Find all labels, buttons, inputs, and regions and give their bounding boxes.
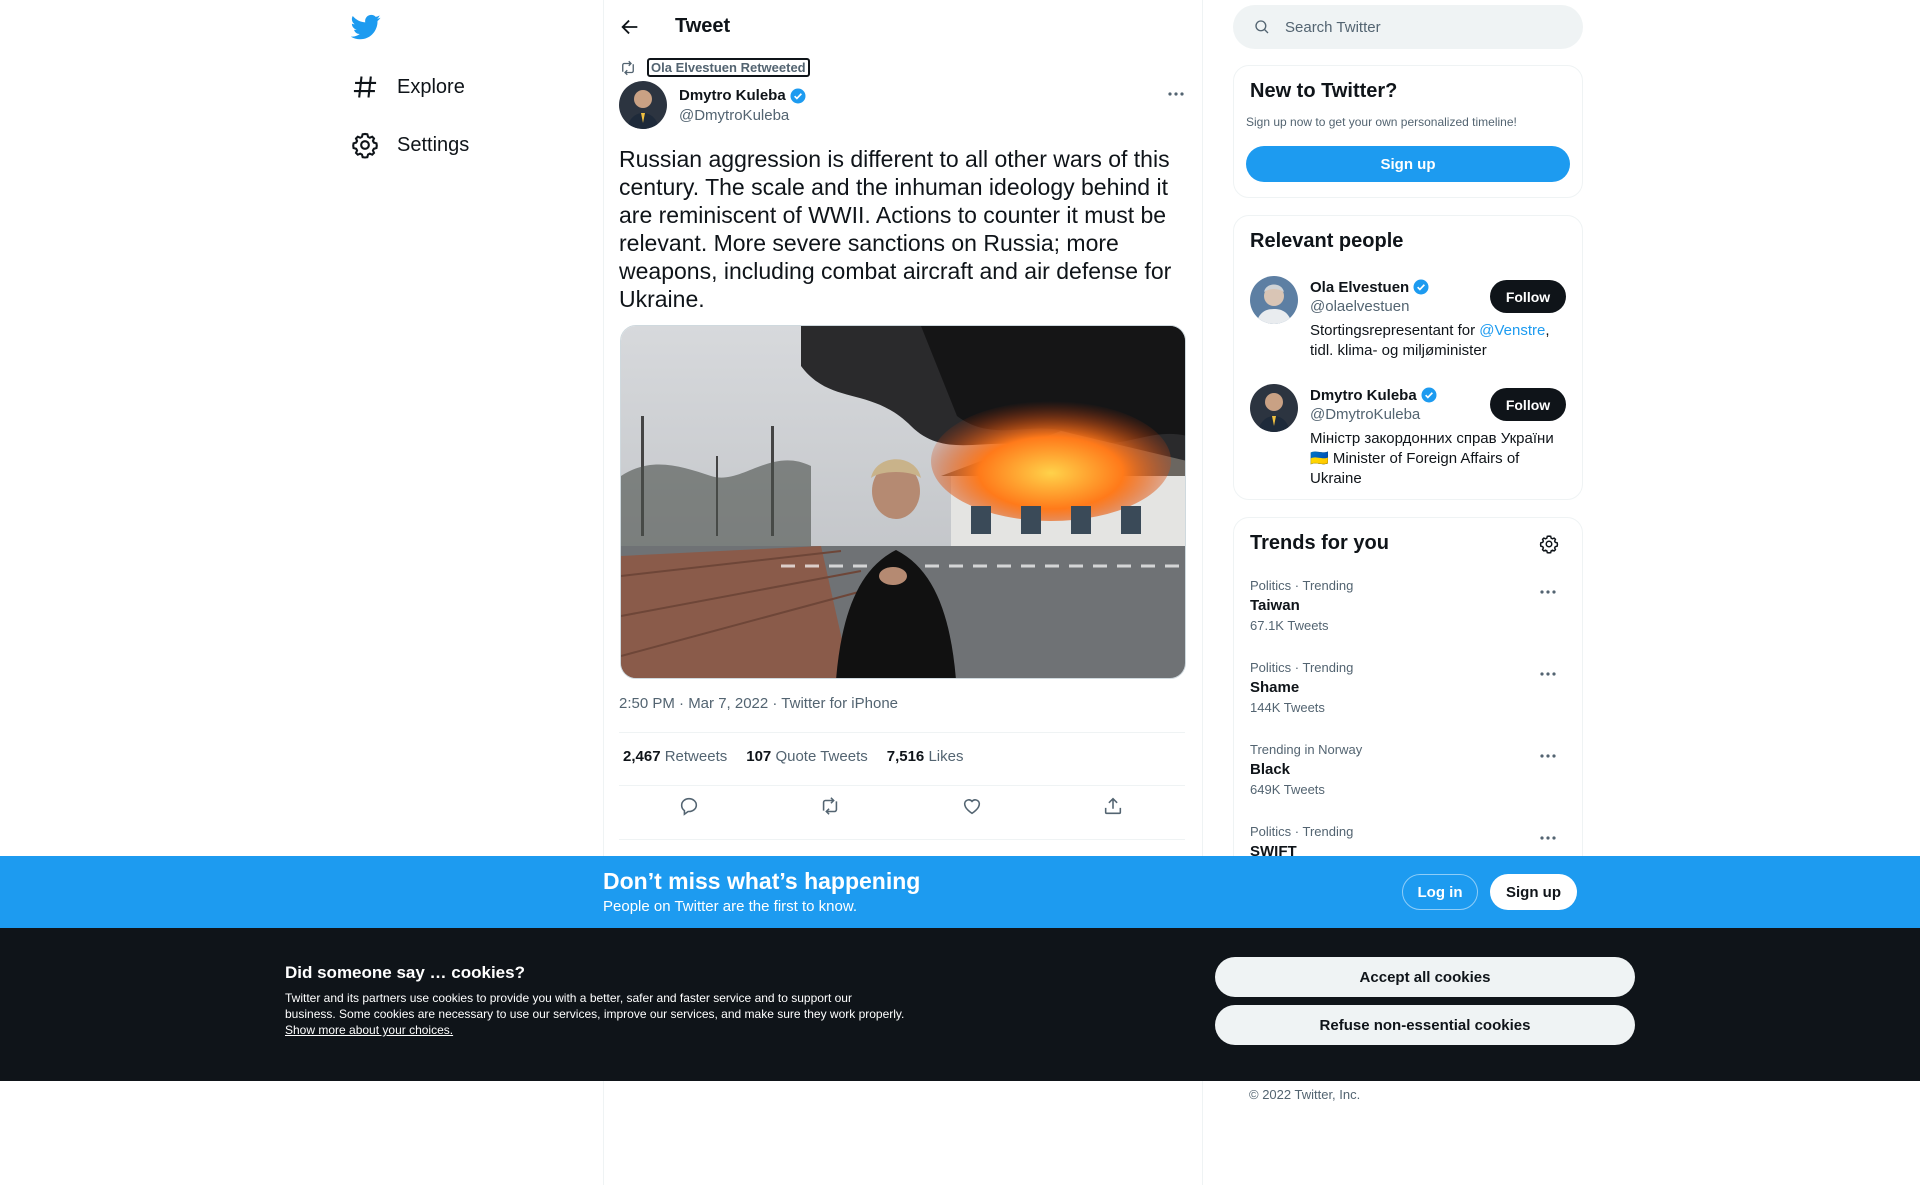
nav-settings[interactable]: Settings <box>351 120 469 170</box>
trend-context: Politics · Trending <box>1250 578 1354 593</box>
ukraine-flag-icon: 🇺🇦 <box>1310 450 1329 467</box>
search-input[interactable] <box>1285 18 1545 36</box>
retweet-icon[interactable] <box>819 795 843 819</box>
refuse-cookies-button[interactable]: Refuse non-essential cookies <box>1215 1005 1635 1045</box>
trend-name: Taiwan <box>1250 597 1300 614</box>
like-icon[interactable] <box>961 795 985 819</box>
follow-button[interactable]: Follow <box>1490 388 1566 421</box>
verified-badge-icon <box>1420 386 1438 404</box>
gear-icon[interactable] <box>1539 534 1559 554</box>
person-bio: Stortingsrepresentant for @Venstre, tidl… <box>1310 322 1550 359</box>
trend-item[interactable]: Trending in Norway Black 649K Tweets <box>1250 742 1570 797</box>
divider <box>619 785 1185 786</box>
copyright: © 2022 Twitter, Inc. <box>1249 1087 1361 1102</box>
person-handle[interactable]: @olaelvestuen <box>1310 298 1430 315</box>
more-options-icon[interactable] <box>1538 828 1558 848</box>
more-options-icon[interactable] <box>1538 582 1558 602</box>
accept-cookies-button[interactable]: Accept all cookies <box>1215 957 1635 997</box>
follow-button[interactable]: Follow <box>1490 280 1566 313</box>
retweets-stat[interactable]: 2,467 Retweets <box>623 748 727 765</box>
twitter-bird-icon[interactable] <box>351 12 381 42</box>
sign-up-button[interactable]: Sign up <box>1246 146 1570 182</box>
banner-sign-up-button[interactable]: Sign up <box>1490 874 1577 910</box>
nav-explore[interactable]: Explore <box>351 62 465 112</box>
mention-link[interactable]: @Venstre <box>1479 322 1545 339</box>
card-title: Trends for you <box>1250 532 1389 554</box>
hashtag-icon <box>351 73 379 101</box>
banner-title: Don’t miss what’s happening <box>603 868 921 894</box>
person-avatar[interactable] <box>1250 276 1298 324</box>
tweet-text: Russian aggression is different to all o… <box>619 146 1172 312</box>
card-title: New to Twitter? <box>1250 80 1398 102</box>
trend-item[interactable]: Politics · Trending Shame 144K Tweets <box>1250 660 1570 715</box>
person-avatar[interactable] <box>1250 384 1298 432</box>
banner-subtitle: People on Twitter are the first to know. <box>603 898 858 915</box>
page-title: Tweet <box>675 15 731 37</box>
tweet-stats: 2,467 Retweets 107 Quote Tweets 7,516 Li… <box>623 748 963 765</box>
author-handle[interactable]: @DmytroKuleba <box>679 107 807 124</box>
search-icon <box>1253 18 1271 36</box>
tweet-author: Dmytro Kuleba @DmytroKuleba <box>619 81 807 129</box>
more-options-icon[interactable] <box>1166 84 1186 104</box>
tweet-timestamp[interactable]: 2:50 PM · Mar 7, 2022 · Twitter for iPho… <box>619 695 898 712</box>
tweet-actions <box>619 795 1185 819</box>
new-to-twitter-card: New to Twitter? Sign up now to get your … <box>1233 65 1583 198</box>
retweet-icon <box>619 59 637 77</box>
author-name[interactable]: Dmytro Kuleba <box>679 87 786 104</box>
trend-count: 649K Tweets <box>1250 782 1325 797</box>
person-name[interactable]: Ola Elvestuen <box>1310 279 1409 296</box>
trend-name: Black <box>1250 761 1291 778</box>
share-icon[interactable] <box>1102 795 1126 819</box>
signup-banner <box>0 856 1920 928</box>
trend-context: Politics · Trending <box>1250 660 1354 675</box>
cookie-title: Did someone say … cookies? <box>285 963 525 982</box>
quote-tweets-stat[interactable]: 107 Quote Tweets <box>746 748 867 765</box>
verified-badge-icon <box>789 87 807 105</box>
trend-name: Shame <box>1250 679 1300 696</box>
verified-badge-icon <box>1412 278 1430 296</box>
retweet-context: Ola Elvestuen Retweeted <box>619 58 810 77</box>
tweet-header: Tweet <box>619 10 730 43</box>
tweet-photo[interactable] <box>620 325 1186 679</box>
trend-context: Politics · Trending <box>1250 824 1354 839</box>
person-name[interactable]: Dmytro Kuleba <box>1310 387 1417 404</box>
reply-icon[interactable] <box>678 795 702 819</box>
trend-item[interactable]: Politics · Trending SWIFT <box>1250 824 1570 860</box>
search-bar <box>1233 5 1583 49</box>
card-title: Relevant people <box>1250 230 1404 252</box>
gear-icon <box>351 131 379 159</box>
card-subtitle: Sign up now to get your own personalized… <box>1246 115 1517 129</box>
avatar[interactable] <box>619 81 667 129</box>
arrow-left-icon[interactable] <box>619 16 641 38</box>
nav-explore-label: Explore <box>397 75 465 98</box>
more-options-icon[interactable] <box>1538 664 1558 684</box>
trend-context: Trending in Norway <box>1250 742 1363 757</box>
divider <box>619 839 1185 840</box>
person-bio: Міністр закордонних справ України 🇺🇦 Mini… <box>1310 430 1554 487</box>
cookie-more-link[interactable]: Show more about your choices. <box>285 1023 453 1037</box>
nav-settings-label: Settings <box>397 133 470 156</box>
relevant-people-card: Relevant people Ola Elvestuen @olaelvest… <box>1233 215 1583 500</box>
retweeted-by-link[interactable]: Ola Elvestuen Retweeted <box>647 58 810 77</box>
trend-item[interactable]: Politics · Trending Taiwan 67.1K Tweets <box>1250 578 1570 633</box>
trend-count: 144K Tweets <box>1250 700 1325 715</box>
divider <box>619 732 1185 733</box>
more-options-icon[interactable] <box>1538 746 1558 766</box>
person-handle[interactable]: @DmytroKuleba <box>1310 406 1438 423</box>
trend-count: 67.1K Tweets <box>1250 618 1329 633</box>
log-in-button[interactable]: Log in <box>1402 874 1478 910</box>
likes-stat[interactable]: 7,516 Likes <box>887 748 964 765</box>
cookie-body: Twitter and its partners use cookies to … <box>285 991 905 1037</box>
